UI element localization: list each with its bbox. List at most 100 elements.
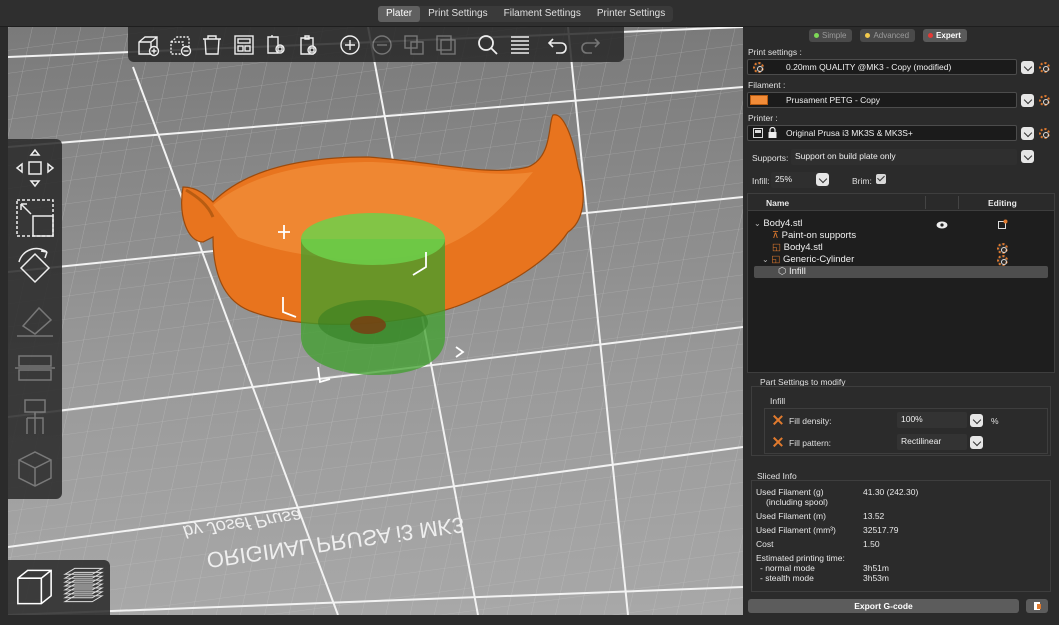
part-settings-icon[interactable] xyxy=(997,243,1008,254)
generic-cylinder-object[interactable] xyxy=(301,213,445,375)
object-settings-icon[interactable] xyxy=(998,219,1008,229)
print-settings-value: 0.20mm QUALITY @MK3 - Copy (modified) xyxy=(786,62,952,72)
rotate-icon[interactable] xyxy=(12,245,58,291)
printer-edit-icon[interactable] xyxy=(1039,128,1050,139)
printer-label: Printer : xyxy=(748,113,778,123)
supports-dropdown-button[interactable] xyxy=(1021,150,1034,163)
fill-pattern-dropdown-button[interactable] xyxy=(970,436,983,449)
col-editing[interactable]: Editing xyxy=(988,198,1017,208)
send-icon xyxy=(1034,602,1041,610)
tree-part-body4[interactable]: ◱ Body4.stl xyxy=(772,242,823,254)
view-switcher xyxy=(8,560,110,615)
remove-pattern-icon[interactable] xyxy=(773,437,783,447)
filament-color-swatch xyxy=(750,95,768,105)
split-objects-icon[interactable] xyxy=(400,31,428,59)
tree-infill-label: Infill xyxy=(788,266,806,277)
brim-checkbox[interactable] xyxy=(876,174,886,184)
copy-icon[interactable] xyxy=(262,31,290,59)
mode-switcher: Simple Advanced Expert xyxy=(809,29,967,42)
filament-combo[interactable]: Prusament PETG - Copy xyxy=(747,92,1017,108)
export-gcode-button[interactable]: Export G-code xyxy=(748,599,1019,613)
fill-pattern-label: Fill pattern: xyxy=(789,438,832,448)
fill-density-unit: % xyxy=(991,416,999,426)
supports-combo[interactable]: Support on build plate only xyxy=(791,149,1017,165)
supports-value: Support on build plate only xyxy=(795,151,896,161)
object-list-header: Name Editing xyxy=(748,194,1054,211)
tree-paint-label: Paint-on supports xyxy=(781,230,857,241)
hollow-icon[interactable] xyxy=(12,445,58,491)
send-to-printer-button[interactable] xyxy=(1026,599,1048,613)
tab-plater[interactable]: Plater xyxy=(378,6,421,22)
arrange-icon[interactable] xyxy=(230,31,258,59)
cut-icon[interactable] xyxy=(12,345,58,391)
cost-label: Cost xyxy=(756,539,774,549)
stealth-mode-label: - stealth mode xyxy=(760,573,814,583)
fill-pattern-combo[interactable]: Rectilinear xyxy=(897,434,967,450)
paint-supports-icon[interactable] xyxy=(12,395,58,441)
3d-view-icon[interactable] xyxy=(12,564,57,610)
infill-dropdown-button[interactable] xyxy=(816,173,829,186)
used-filament-g-label: Used Filament (g) xyxy=(756,487,824,497)
move-icon[interactable] xyxy=(12,145,58,191)
redo-icon[interactable] xyxy=(576,31,604,59)
tree-modifier-generic-cylinder[interactable]: ⌄ ◱ Generic-Cylinder xyxy=(762,254,854,266)
remove-instance-icon[interactable] xyxy=(368,31,396,59)
tab-filament-settings[interactable]: Filament Settings xyxy=(496,6,589,22)
tree-paint-on-supports[interactable]: ⊼ Paint-on supports xyxy=(772,230,856,242)
delete-icon[interactable] xyxy=(166,31,194,59)
printer-combo[interactable]: Original Prusa i3 MK3S & MK3S+ xyxy=(747,125,1017,141)
scale-icon[interactable] xyxy=(12,195,58,241)
part-icon: ◱ xyxy=(772,242,781,253)
col-name[interactable]: Name xyxy=(766,198,789,208)
collapse-icon[interactable]: ⌄ xyxy=(754,219,761,228)
used-filament-mm3-label: Used Filament (mm³) xyxy=(756,525,836,535)
printer-dropdown-button[interactable] xyxy=(1021,127,1034,140)
remove-density-icon[interactable] xyxy=(773,415,783,425)
paste-icon[interactable] xyxy=(294,31,322,59)
tab-print-settings[interactable]: Print Settings xyxy=(420,6,495,22)
tree-object-label: Body4.stl xyxy=(763,218,803,229)
fill-density-label: Fill density: xyxy=(789,416,832,426)
preview-icon[interactable] xyxy=(61,564,106,610)
top-tab-bar: Plater Print Settings Filament Settings … xyxy=(0,0,1059,27)
print-settings-dropdown-button[interactable] xyxy=(1021,61,1034,74)
layers-editing-icon[interactable] xyxy=(506,31,534,59)
used-filament-m-value: 13.52 xyxy=(863,511,885,521)
simple-dot-icon xyxy=(814,33,819,38)
lock-icon xyxy=(768,127,777,138)
undo-icon[interactable] xyxy=(544,31,572,59)
place-on-face-icon[interactable] xyxy=(12,295,58,341)
tab-printer-settings[interactable]: Printer Settings xyxy=(589,6,673,22)
fill-density-combo[interactable]: 100% xyxy=(897,412,967,428)
eye-icon[interactable] xyxy=(936,221,948,229)
filament-dropdown-button[interactable] xyxy=(1021,94,1034,107)
mode-simple[interactable]: Simple xyxy=(809,29,853,42)
infill-group-inner: Fill density: 100% % Fill pattern: Recti… xyxy=(764,408,1048,454)
print-settings-combo[interactable]: 0.20mm QUALITY @MK3 - Copy (modified) xyxy=(747,59,1017,75)
mode-simple-label: Simple xyxy=(822,31,847,40)
add-instance-icon[interactable] xyxy=(336,31,364,59)
estimated-time-label: Estimated printing time: xyxy=(756,553,845,563)
fill-pattern-value: Rectilinear xyxy=(901,436,942,446)
brim-label: Brim: xyxy=(852,176,872,186)
modifier-settings-icon[interactable] xyxy=(997,255,1008,266)
split-parts-icon[interactable] xyxy=(432,31,460,59)
tree-object-body4[interactable]: ⌄ Body4.stl xyxy=(754,218,802,230)
infill-value: 25% xyxy=(775,174,793,184)
infill-group-title: Infill xyxy=(770,396,786,406)
used-filament-g-value: 41.30 (242.30) xyxy=(863,487,919,497)
mode-advanced[interactable]: Advanced xyxy=(860,29,916,42)
3d-viewport[interactable]: ORIGINAL PRUSA i3 MK3 by Josef Prusa xyxy=(8,27,743,615)
search-icon[interactable] xyxy=(474,31,502,59)
tree-infill-settings[interactable]: ⬡ Infill xyxy=(754,266,1048,278)
normal-mode-label: - normal mode xyxy=(760,563,815,573)
collapse-icon[interactable]: ⌄ xyxy=(762,255,769,264)
print-settings-edit-icon[interactable] xyxy=(1039,62,1050,73)
filament-edit-icon[interactable] xyxy=(1039,95,1050,106)
modifier-icon: ◱ xyxy=(771,254,781,265)
fill-density-dropdown-button[interactable] xyxy=(970,414,983,427)
add-object-icon[interactable] xyxy=(134,31,162,59)
mode-expert[interactable]: Expert xyxy=(923,29,967,42)
delete-all-icon[interactable] xyxy=(198,31,226,59)
scene-canvas[interactable]: ORIGINAL PRUSA i3 MK3 by Josef Prusa xyxy=(8,27,743,615)
